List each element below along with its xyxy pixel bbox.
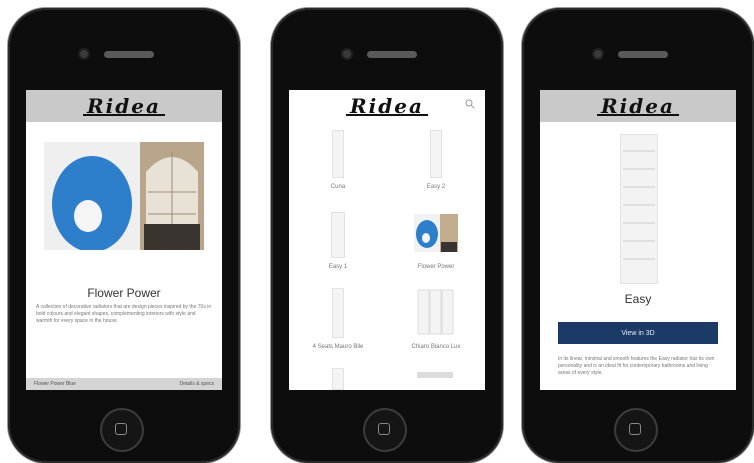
home-button[interactable] (363, 408, 407, 452)
radiator-thumbnail (331, 212, 345, 258)
home-button[interactable] (614, 408, 658, 452)
product-grid: Cuna Easy 2 Easy 1 Flower Power 4 Seats … (289, 122, 485, 390)
product-card-flower-power[interactable]: Flower Power (387, 202, 485, 282)
product-card-label: Chiaro Bianco Lux (411, 344, 461, 350)
speaker-grille (104, 51, 154, 58)
product-detail-screen: Ridea Easy View in 3D In its linear, min… (540, 90, 736, 390)
home-square-icon (378, 423, 390, 435)
camera-icon (592, 48, 604, 60)
product-card-easy-1[interactable]: Easy 1 (289, 202, 387, 282)
product-card-easy-2[interactable]: Easy 2 (387, 122, 485, 202)
product-card-4-seats-mauro-bile[interactable]: 4 Seats Mauro Bile (289, 282, 387, 362)
app-header: Ridea (289, 90, 485, 122)
camera-icon (341, 48, 353, 60)
flower-power-image (44, 142, 204, 250)
brand-logo[interactable]: Ridea (83, 94, 165, 118)
phone-2: Ridea Cuna Easy 2 Easy 1 Flower Power 4 … (271, 8, 503, 463)
footer-right-link[interactable]: Details & specs (180, 381, 214, 387)
radiator-panels-thumbnail (417, 289, 454, 335)
radiator-thumbnail-partial (417, 372, 453, 378)
footer-left-link[interactable]: Flower Power Blue (34, 381, 76, 387)
speaker-grille (367, 51, 417, 58)
home-square-icon (115, 423, 127, 435)
product-title: Easy (624, 292, 652, 306)
app-header: Ridea (540, 90, 736, 122)
product-card-chiaro-bianco-lux[interactable]: Chiaro Bianco Lux (387, 282, 485, 362)
product-description: A collection of decorative radiators tha… (36, 304, 212, 324)
easy-radiator-image (620, 134, 658, 284)
product-card-label: Cuna (330, 184, 346, 190)
product-card-label: 4 Seats Mauro Bile (312, 344, 364, 350)
home-square-icon (629, 423, 641, 435)
product-card-cuna[interactable]: Cuna (289, 122, 387, 202)
product-grid-screen: Ridea Cuna Easy 2 Easy 1 Flower Power 4 … (289, 90, 485, 390)
product-detail-screen: Ridea Flower Power A collection of decor… (26, 90, 222, 390)
product-title: Flower Power (87, 286, 161, 300)
product-description: In its linear, minimal and smooth featur… (558, 356, 715, 376)
product-card-label: Easy 1 (328, 264, 348, 270)
radiator-bars-graphic (623, 150, 655, 260)
home-button[interactable] (100, 408, 144, 452)
radiator-thumbnail-partial (332, 368, 344, 390)
product-footer-bar: Flower Power Blue Details & specs (26, 378, 222, 390)
phone-3: Ridea Easy View in 3D In its linear, min… (522, 8, 754, 463)
product-card-label: Flower Power (417, 264, 455, 270)
app-header: Ridea (26, 90, 222, 122)
radiator-thumbnail (332, 288, 344, 338)
product-card-label: Easy 2 (426, 184, 446, 190)
speaker-grille (618, 51, 668, 58)
view-in-3d-button[interactable]: View in 3D (558, 322, 718, 344)
radiator-thumbnail (430, 130, 442, 178)
phone-1: Ridea Flower Power A collection of decor… (8, 8, 240, 463)
search-icon[interactable] (465, 99, 475, 109)
brand-logo[interactable]: Ridea (346, 94, 428, 118)
brand-logo[interactable]: Ridea (597, 94, 679, 118)
camera-icon (78, 48, 90, 60)
radiator-thumbnail (332, 130, 344, 178)
flower-power-thumbnail (414, 214, 458, 252)
